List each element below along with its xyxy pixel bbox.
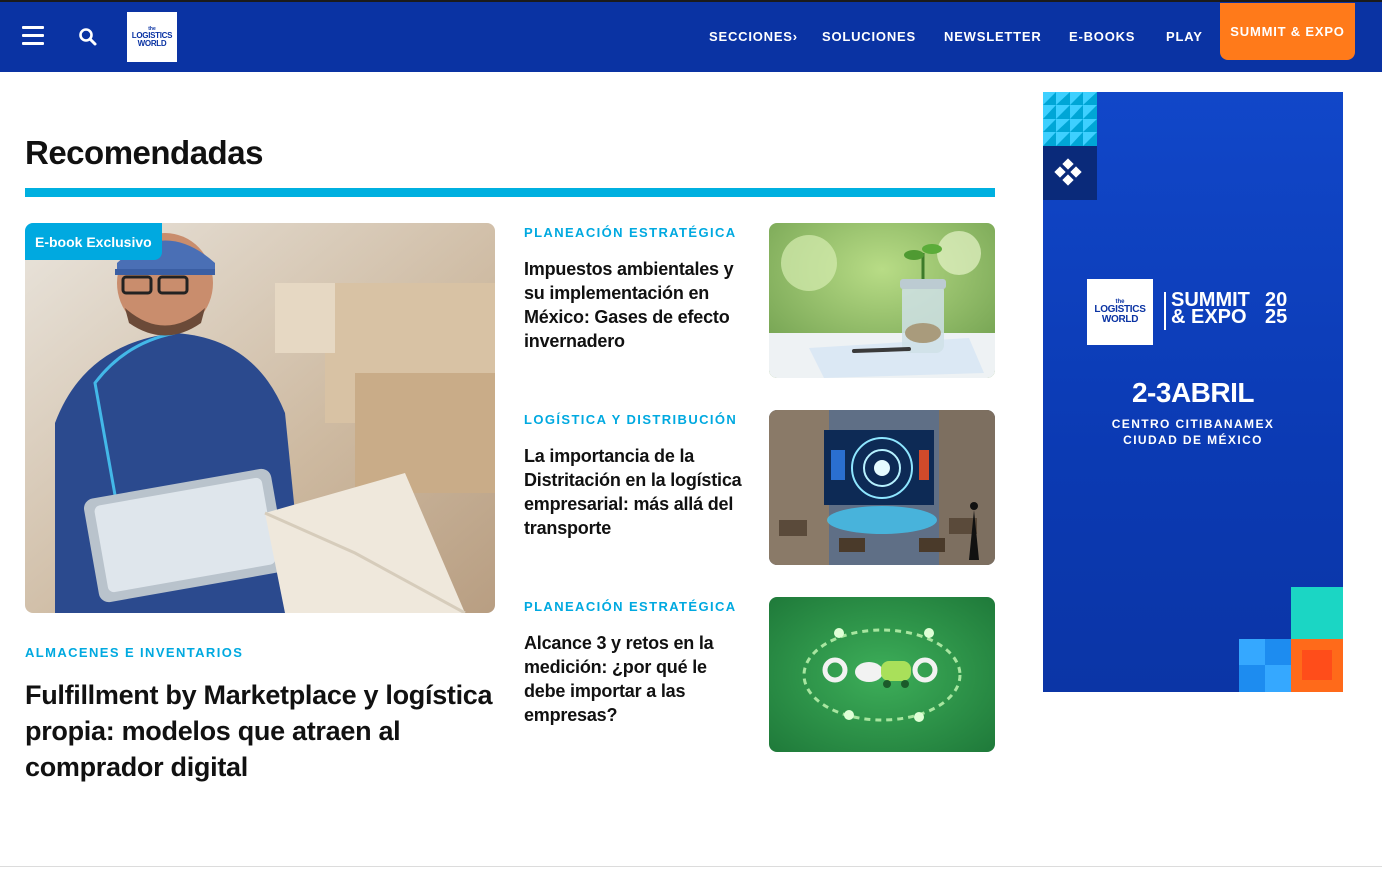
- article-title[interactable]: La importancia de la Distritación en la …: [524, 444, 749, 540]
- nav-item-play[interactable]: PLAY: [1166, 0, 1203, 72]
- nav-item-ebooks[interactable]: E-BOOKS: [1069, 0, 1135, 72]
- ad-separator: [1164, 292, 1166, 330]
- nav-label: NEWSLETTER: [944, 28, 1042, 44]
- ad-year: 20 25: [1265, 290, 1305, 328]
- nav-label: PLAY: [1166, 28, 1203, 44]
- logo-text: WORLD: [137, 38, 167, 48]
- article-image-co2-green[interactable]: [769, 597, 995, 752]
- chevron-right-icon: ›: [792, 28, 798, 44]
- nav-item-secciones[interactable]: SECCIONES ›: [709, 0, 798, 72]
- nav-label: SOLUCIONES: [822, 28, 916, 44]
- section-divider: [25, 188, 995, 197]
- section-title: Recomendadas: [25, 134, 263, 171]
- site-header: the LOGISTICS WORLD SECCIONES › SOLUCION…: [0, 0, 1382, 72]
- ad-date: 2-3ABRIL: [1131, 377, 1255, 408]
- featured-article-image[interactable]: [25, 223, 495, 613]
- ad-venue: CENTRO CITIBANAMEX CIUDAD DE MÉXICO: [1043, 416, 1343, 448]
- nav-item-soluciones[interactable]: SOLUCIONES: [822, 0, 916, 72]
- article-category[interactable]: PLANEACIÓN ESTRATÉGICA: [524, 225, 737, 240]
- nav-item-newsletter[interactable]: NEWSLETTER: [944, 0, 1042, 72]
- article-category[interactable]: LOGÍSTICA Y DISTRIBUCIÓN: [524, 412, 737, 427]
- ad-logo-text: WORLD: [1101, 314, 1139, 325]
- article-image-coins-plant[interactable]: [769, 223, 995, 378]
- article-title[interactable]: Impuestos ambientales y su implementació…: [524, 257, 749, 353]
- article-category[interactable]: PLANEACIÓN ESTRATÉGICA: [524, 599, 737, 614]
- summit-expo-button[interactable]: SUMMIT & EXPO: [1220, 3, 1355, 60]
- article-title[interactable]: Alcance 3 y retos en la medición: ¿por q…: [524, 631, 749, 727]
- featured-title[interactable]: Fulfillment by Marketplace y logística p…: [25, 677, 495, 785]
- ad-summit-line: & EXPO: [1171, 306, 1247, 328]
- nav-label: SECCIONES: [709, 28, 793, 44]
- ad-venue-line: CIUDAD DE MÉXICO: [1123, 433, 1263, 447]
- summit-expo-ad[interactable]: the LOGISTICS WORLD SUMMIT & EXPO 20 25 …: [1043, 92, 1343, 692]
- site-logo[interactable]: the LOGISTICS WORLD: [127, 12, 177, 62]
- page-bottom-divider: [0, 866, 1382, 867]
- search-icon[interactable]: [78, 27, 98, 47]
- ad-summit-text: SUMMIT & EXPO: [1171, 290, 1261, 328]
- nav-label: E-BOOKS: [1069, 28, 1136, 44]
- menu-icon[interactable]: [22, 26, 44, 46]
- article-image-logistics-network[interactable]: [769, 410, 995, 565]
- ebook-exclusive-badge: E-book Exclusivo: [25, 223, 162, 260]
- featured-category[interactable]: ALMACENES E INVENTARIOS: [25, 645, 243, 660]
- ad-logo: the LOGISTICS WORLD: [1087, 279, 1153, 345]
- ad-venue-line: CENTRO CITIBANAMEX: [1111, 417, 1275, 431]
- ad-year-line: 25: [1265, 306, 1288, 328]
